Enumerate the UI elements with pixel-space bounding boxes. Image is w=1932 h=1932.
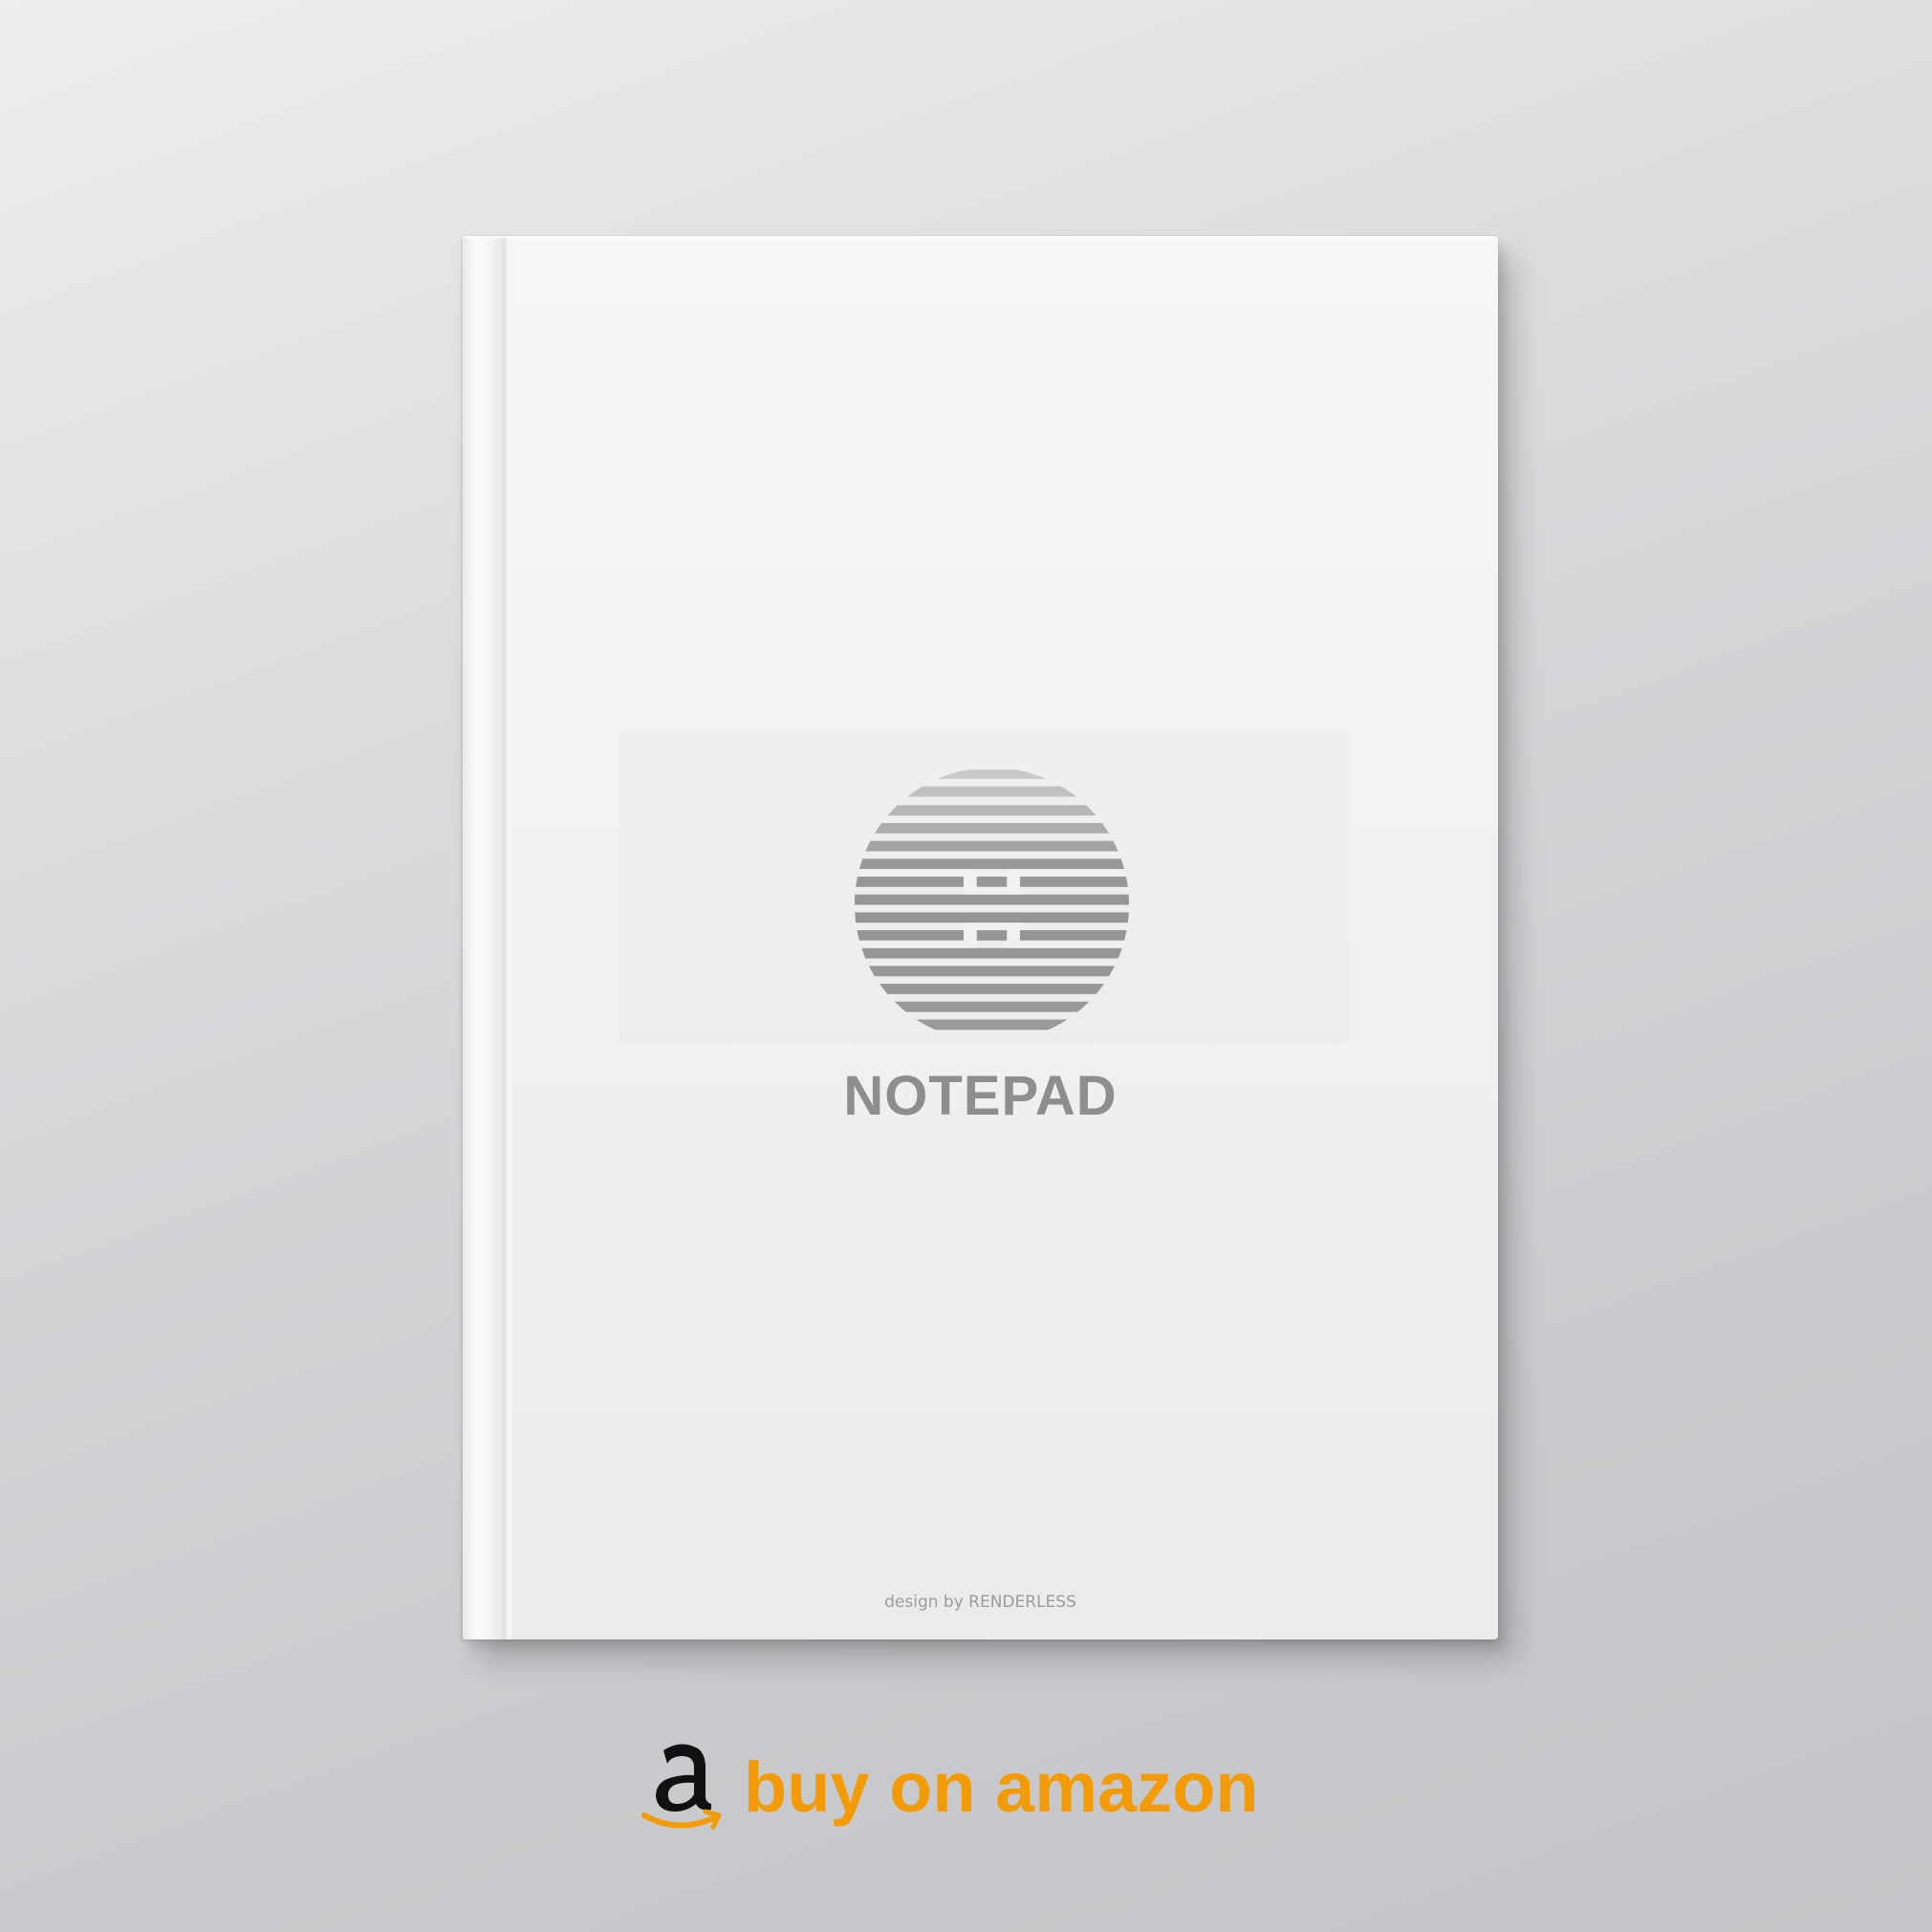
- book-hinge: [503, 236, 512, 1639]
- book-top-edge: [463, 236, 1498, 239]
- design-credit: design by RENDERLESS: [884, 1593, 1076, 1612]
- buy-on-amazon-button[interactable]: buy on amazon: [639, 1735, 1259, 1840]
- amazon-icon: [641, 1744, 722, 1830]
- buy-on-amazon-label: buy on amazon: [744, 1747, 1259, 1827]
- scene: NOTEPAD design by RENDERLESS buy on amaz…: [0, 0, 1932, 1932]
- book-spine: [463, 236, 504, 1639]
- book-cover: NOTEPAD design by RENDERLESS: [463, 236, 1498, 1639]
- book-title: NOTEPAD: [843, 1065, 1118, 1127]
- striped-circle-logo-icon: [854, 769, 1130, 1031]
